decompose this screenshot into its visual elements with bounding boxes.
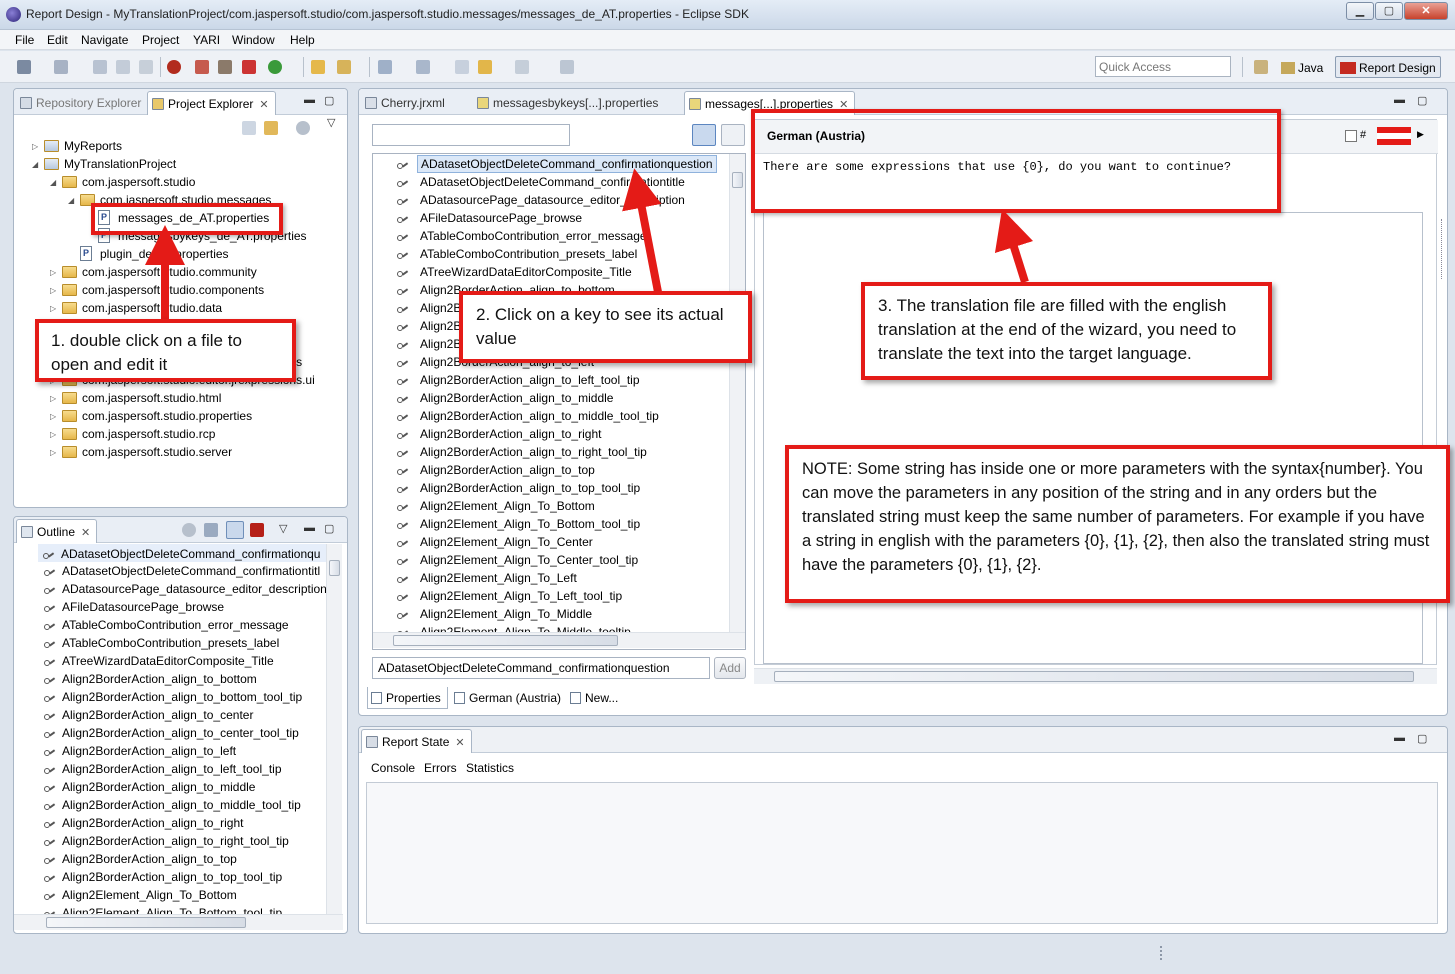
note-callout: NOTE: Some string has inside one or more…: [785, 445, 1450, 603]
callout-2: 2. Click on a key to see its actual valu…: [459, 291, 752, 363]
callout-3: 3. The translation file are filled with …: [861, 282, 1272, 380]
callout-1: 1. double click on a file to open and ed…: [35, 319, 296, 382]
arrow-2: [622, 168, 662, 293]
arrow-3: [994, 208, 1034, 284]
